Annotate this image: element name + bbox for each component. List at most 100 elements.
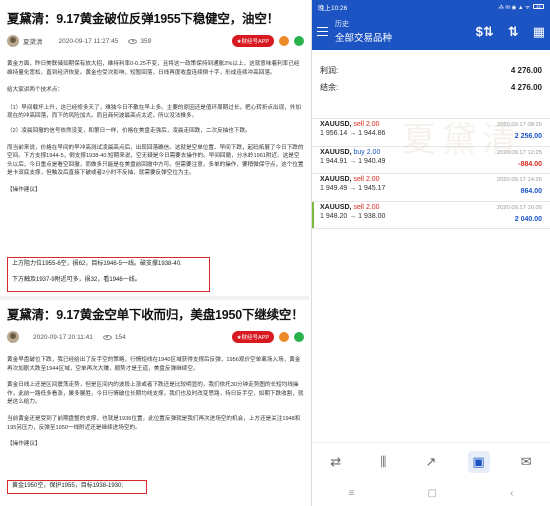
order-lots: 2.00	[365, 203, 380, 211]
status-icons: ⁂ ✉ ◉ ▲ ᯤ 45	[498, 3, 544, 11]
system-nav-bar: ≡ ▢ ‹	[312, 480, 550, 506]
publish-date: 2020-09-17 20:11:41	[33, 333, 93, 341]
signal-icon: ⁂ ✉ ◉ ▲ ᯤ	[498, 4, 531, 11]
trade-tab-icon[interactable]: ↗	[420, 451, 442, 473]
article-1-paragraph: 给大家讲两个技术点：	[7, 87, 63, 94]
profit-row: 利润: 4 276.00	[320, 62, 542, 79]
publish-date: 2020-09-17 11:27:45	[58, 37, 119, 45]
header-subtitle: 历史	[335, 21, 349, 28]
order-symbol: XAUUSD,	[320, 176, 352, 183]
order-symbol: XAUUSD,	[320, 148, 352, 156]
calendar-icon[interactable]: ▦	[533, 24, 545, 40]
messages-tab-icon[interactable]: ✉	[515, 451, 537, 473]
order-datetime: 2020.09.17 14:26	[496, 177, 542, 183]
wechat-share-icon[interactable]	[294, 36, 304, 46]
order-side: buy	[353, 148, 365, 156]
chart-tab-icon[interactable]: ⫼	[372, 451, 394, 473]
article-2-paragraph: 黄金日线上还是区间震荡走势，但是区间内的波段上涨或者下跌还是比较明显的，我们依托…	[7, 382, 304, 406]
divider	[0, 296, 309, 300]
operation-label: 【操作建议】	[7, 441, 41, 448]
balance-value: 4 276.00	[510, 83, 542, 92]
order-profit: 2 256.00	[514, 133, 542, 140]
order-prices: 1 944.91 → 1 940.49	[320, 157, 386, 165]
weibo-share-icon[interactable]	[279, 332, 289, 342]
order-prices: 1 956.14 → 1 944.86	[320, 130, 386, 137]
order-profit: -884.00	[518, 160, 542, 168]
suggestion-box-1: 上方阻力位1955-6空，损62，目标1946-5一线。破支撑1938-40. …	[7, 257, 210, 292]
order-history-list: XAUUSD, sell 2.00 1 956.14 → 1 944.86 20…	[312, 118, 550, 229]
wechat-share-icon[interactable]	[294, 332, 304, 342]
order-prices: 1 948.20 → 1 938.00	[320, 212, 386, 220]
operation-label: 【操作建议】	[7, 186, 41, 193]
article-1-meta: 夏黛清 2020-09-17 11:27:45 359 ★财经号APP	[7, 34, 304, 48]
account-summary: 利润: 4 276.00 结余: 4 276.00	[312, 62, 550, 96]
profit-value: 4 276.00	[510, 66, 542, 75]
trading-app-panel: 晚上10:26 ⁂ ✉ ◉ ▲ ᯤ 45 历史 全部交易品种 $⇅ ⇅ ▦ 利润…	[311, 0, 550, 506]
history-tab-icon[interactable]: ▣	[467, 450, 490, 473]
order-side: sell	[353, 121, 364, 128]
view-count: 359	[140, 37, 152, 45]
suggestion-line: 下方触及1937-9附近可多，损32，看1946一线。	[12, 277, 141, 283]
article-panel: 夏黛清：9.17黄金破位反弹1955下稳健空，油空！ 夏黛清 2020-09-1…	[0, 0, 309, 506]
home-icon[interactable]: ▢	[428, 488, 437, 499]
article-2-paragraph: 当前黄金还是受到了前期盘整的支撑，也就是1936位置，此位置反弹就是我们再次进场…	[7, 415, 301, 431]
order-symbol: XAUUSD,	[320, 121, 352, 128]
order-datetime: 2020.09.17 16:05	[496, 204, 542, 211]
recent-apps-icon[interactable]: ≡	[349, 488, 355, 499]
app-bar-title[interactable]: 历史 全部交易品种	[335, 19, 392, 44]
order-side: sell	[353, 176, 364, 183]
composite-screenshot: 夏黛清：9.17黄金破位反弹1955下稳健空，油空！ 夏黛清 2020-09-1…	[0, 0, 550, 506]
view-count: 154	[114, 333, 126, 341]
article-2-meta: 2020-09-17 20:11:41 154 ★财经号APP	[7, 330, 304, 344]
eye-icon	[102, 334, 112, 340]
order-lots: 2.00	[366, 148, 381, 156]
balance-row: 结余: 4 276.00	[320, 79, 542, 96]
header-title: 全部交易品种	[335, 33, 393, 44]
article-1-paragraph: 黄金方面，昨日美联储如期保有放大招，维持利率0-0.25不变，且将这一政策保持到…	[7, 61, 300, 76]
status-bar: 晚上10:26 ⁂ ✉ ◉ ▲ ᯤ 45	[312, 0, 550, 13]
article-2-paragraph: 黄金早盘破位下跌，我已经给出了反手空的策略，行情短线在1940区域获得支撑后反弹…	[7, 357, 301, 372]
balance-label: 结余:	[320, 83, 339, 92]
app-bar-actions: $⇅ ⇅ ▦	[476, 24, 545, 40]
quotes-tab-icon[interactable]: ⇄	[325, 451, 347, 473]
article-1: 夏黛清：9.17黄金破位反弹1955下稳健空，油空！ 夏黛清 2020-09-1…	[7, 8, 304, 195]
weibo-share-icon[interactable]	[279, 36, 289, 46]
order-row[interactable]: XAUUSD, sell 2.00 1 948.20 → 1 938.00 20…	[312, 201, 550, 229]
article-2-title: 夏黛清：9.17黄金空单下收而归，美盘1950下继续空！	[7, 308, 304, 322]
author-name[interactable]: 夏黛清	[23, 36, 43, 46]
avatar[interactable]	[7, 35, 19, 47]
eye-icon	[128, 38, 138, 44]
order-side: sell	[353, 203, 364, 211]
back-icon[interactable]: ‹	[510, 488, 513, 499]
sort-icon[interactable]: ⇅	[508, 24, 519, 40]
profit-label: 利润:	[320, 66, 339, 75]
suggestion-line: 上方阻力位1955-6空，损62，目标1946-5一线。破支撑1938-40.	[12, 261, 182, 267]
order-lots: 2.00	[365, 121, 380, 128]
battery-icon: 45	[533, 4, 544, 9]
avatar[interactable]	[7, 331, 19, 343]
order-prices: 1 949.49 → 1 945.17	[320, 185, 386, 192]
bottom-tab-bar: ⇄ ⫼ ↗ ▣ ✉	[312, 442, 550, 480]
currency-switch-icon[interactable]: $⇅	[476, 24, 494, 40]
order-symbol: XAUUSD,	[320, 203, 352, 211]
article-1-title: 夏黛清：9.17黄金破位反弹1955下稳健空，油空！	[7, 12, 279, 26]
app-download-button[interactable]: ★财经号APP	[231, 35, 274, 47]
article-1-paragraph: 而当前来说，价格在早间的早冲高测试凌晨高点后，出现回落确信。这就是空单位置。早间…	[7, 144, 304, 177]
app-download-button[interactable]: ★财经号APP	[231, 331, 274, 343]
order-lots: 2.00	[365, 176, 380, 183]
order-row[interactable]: XAUUSD, sell 2.00 1 956.14 → 1 944.86 20…	[312, 119, 550, 147]
article-1-paragraph: （1）早间载坏上升，这已经修多天了，难独今日不散在早上多。主要的原因还是值环周期…	[7, 104, 301, 120]
order-row[interactable]: XAUUSD, sell 2.00 1 949.49 → 1 945.17 20…	[312, 174, 550, 202]
order-datetime: 2020.09.17 08:26	[496, 122, 542, 128]
article-2: 夏黛清：9.17黄金空单下收而归，美盘1950下继续空！ 2020-09-17 …	[7, 304, 304, 449]
status-time: 晚上10:26	[318, 4, 348, 12]
order-profit: 864.00	[520, 188, 542, 195]
order-datetime: 2020.09.17 12:25	[496, 149, 542, 156]
order-profit: 2 040.00	[514, 215, 542, 223]
menu-icon[interactable]	[317, 27, 328, 36]
suggestion-line: 黄金1950空，保护1955，目标1938-1930;	[12, 483, 124, 489]
order-row[interactable]: XAUUSD, buy 2.00 1 944.91 → 1 940.49 202…	[312, 147, 550, 174]
suggestion-box-2: 黄金1950空，保护1955，目标1938-1930;	[7, 480, 147, 494]
article-1-paragraph: （2）凌晨回撤的信号依然没变，和第日一样，价格在美盘走强后，凌晨走回跌，二次反抽…	[7, 127, 251, 134]
app-bar: 历史 全部交易品种 $⇅ ⇅ ▦	[312, 13, 550, 50]
